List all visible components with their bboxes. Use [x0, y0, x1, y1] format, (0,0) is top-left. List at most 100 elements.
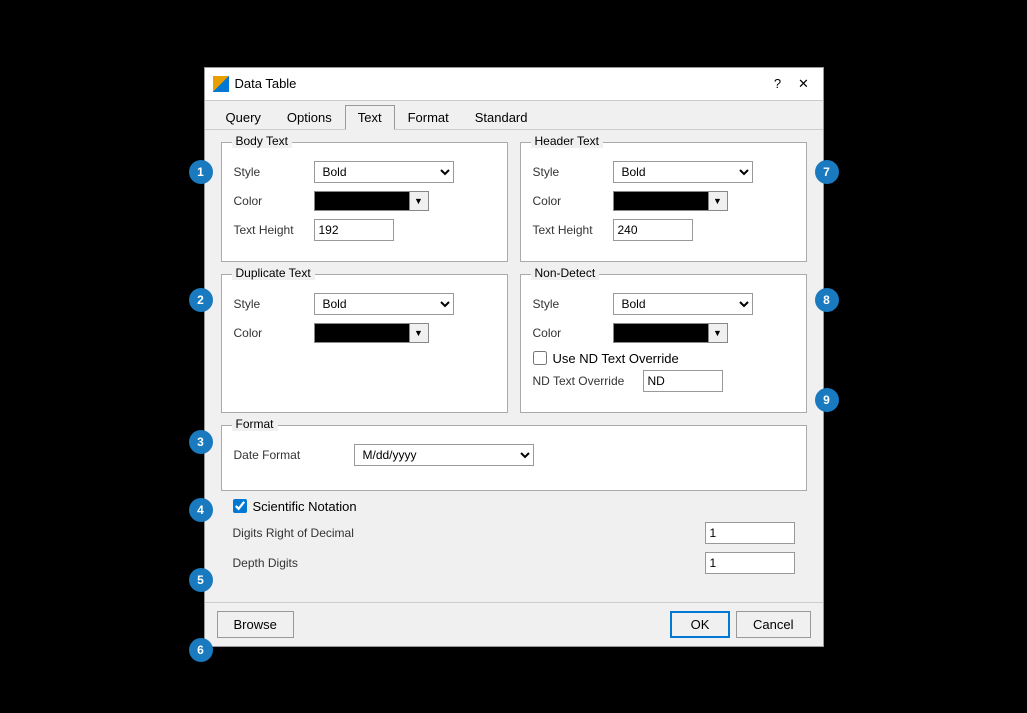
duplicate-text-content: Style Bold Regular Color ▼	[234, 285, 495, 343]
ok-button[interactable]: OK	[670, 611, 730, 638]
nd-override-checkbox-row: Use ND Text Override	[533, 351, 794, 366]
header-style-row: Style Bold Regular	[533, 161, 794, 183]
dup-color-swatch	[314, 323, 409, 343]
digits-right-input[interactable]	[705, 522, 795, 544]
dup-color-row: Color ▼	[234, 323, 495, 343]
scientific-notation-checkbox[interactable]	[233, 499, 247, 513]
window-title: Data Table	[235, 76, 297, 91]
callout-6: 6	[189, 638, 213, 662]
body-color-swatch	[314, 191, 409, 211]
format-section-title: Format	[232, 417, 278, 431]
date-format-select[interactable]: M/dd/yyyy dd/MM/yyyy yyyy-MM-dd MM-dd-yy…	[354, 444, 534, 466]
nd-style-select[interactable]: Bold Regular	[613, 293, 753, 315]
body-height-input[interactable]	[314, 219, 394, 241]
nd-text-override-input[interactable]	[643, 370, 723, 392]
top-sections: Body Text Style Bold Regular Italic Colo…	[221, 142, 807, 262]
depth-digits-label: Depth Digits	[233, 556, 705, 570]
dup-style-label: Style	[234, 297, 314, 311]
duplicate-text-title: Duplicate Text	[232, 266, 315, 280]
callout-1: 1	[189, 160, 213, 184]
header-color-picker[interactable]: ▼	[613, 191, 728, 211]
nd-text-override-label: ND Text Override	[533, 374, 643, 388]
header-text-title: Header Text	[531, 134, 603, 148]
middle-sections: Duplicate Text Style Bold Regular Color	[221, 274, 807, 413]
format-content: Date Format M/dd/yyyy dd/MM/yyyy yyyy-MM…	[234, 436, 794, 466]
callout-8: 8	[815, 288, 839, 312]
body-text-section: Body Text Style Bold Regular Italic Colo…	[221, 142, 508, 262]
body-style-row: Style Bold Regular Italic	[234, 161, 495, 183]
header-height-label: Text Height	[533, 223, 613, 237]
body-height-label: Text Height	[234, 223, 314, 237]
body-color-arrow[interactable]: ▼	[409, 191, 429, 211]
callout-9: 9	[815, 388, 839, 412]
scientific-notation-area: Scientific Notation Digits Right of Deci…	[221, 499, 807, 590]
date-format-label: Date Format	[234, 448, 354, 462]
date-format-row: Date Format M/dd/yyyy dd/MM/yyyy yyyy-MM…	[234, 444, 794, 466]
header-height-row: Text Height	[533, 219, 794, 241]
body-text-content: Style Bold Regular Italic Color ▼	[234, 153, 495, 241]
header-text-section: Header Text Style Bold Regular Color ▼	[520, 142, 807, 262]
body-style-select[interactable]: Bold Regular Italic	[314, 161, 454, 183]
body-color-picker[interactable]: ▼	[314, 191, 429, 211]
scientific-notation-row: Scientific Notation	[233, 499, 795, 514]
non-detect-title: Non-Detect	[531, 266, 600, 280]
close-button[interactable]: ✕	[793, 74, 815, 94]
header-color-swatch	[613, 191, 708, 211]
callout-4: 4	[189, 498, 213, 522]
nd-color-picker[interactable]: ▼	[613, 323, 728, 343]
body-text-title: Body Text	[232, 134, 292, 148]
header-style-select[interactable]: Bold Regular	[613, 161, 753, 183]
nd-text-override-row: ND Text Override	[533, 370, 794, 392]
body-color-label: Color	[234, 194, 314, 208]
header-style-label: Style	[533, 165, 613, 179]
nd-color-row: Color ▼	[533, 323, 794, 343]
body-color-row: Color ▼	[234, 191, 495, 211]
tab-text[interactable]: Text	[345, 105, 395, 130]
main-window: Data Table ? ✕ Query Options Text Format…	[204, 67, 824, 647]
digits-right-row: Digits Right of Decimal	[233, 522, 795, 544]
tab-standard[interactable]: Standard	[462, 105, 541, 129]
nd-color-label: Color	[533, 326, 613, 340]
right-buttons: OK Cancel	[670, 611, 810, 638]
cancel-button[interactable]: Cancel	[736, 611, 810, 638]
bottom-bar: Browse OK Cancel	[205, 602, 823, 646]
nd-color-swatch	[613, 323, 708, 343]
nd-color-arrow[interactable]: ▼	[708, 323, 728, 343]
browse-button[interactable]: Browse	[217, 611, 294, 638]
tab-query[interactable]: Query	[213, 105, 274, 129]
callout-3: 3	[189, 430, 213, 454]
content-area: 1 7 2 8 3 9 4 5 6	[205, 130, 823, 602]
body-height-row: Text Height	[234, 219, 495, 241]
dup-color-arrow[interactable]: ▼	[409, 323, 429, 343]
app-icon	[213, 76, 229, 92]
depth-digits-input[interactable]	[705, 552, 795, 574]
nd-style-row: Style Bold Regular	[533, 293, 794, 315]
duplicate-text-section: Duplicate Text Style Bold Regular Color	[221, 274, 508, 413]
header-height-input[interactable]	[613, 219, 693, 241]
dup-color-picker[interactable]: ▼	[314, 323, 429, 343]
callout-7: 7	[815, 160, 839, 184]
dup-color-label: Color	[234, 326, 314, 340]
digits-right-label: Digits Right of Decimal	[233, 526, 705, 540]
non-detect-section: Non-Detect Style Bold Regular Color ▼	[520, 274, 807, 413]
tab-bar: Query Options Text Format Standard	[205, 101, 823, 130]
callout-5: 5	[189, 568, 213, 592]
title-bar-left: Data Table	[213, 76, 297, 92]
dup-style-select[interactable]: Bold Regular	[314, 293, 454, 315]
nd-style-label: Style	[533, 297, 613, 311]
format-section: Format Date Format M/dd/yyyy dd/MM/yyyy …	[221, 425, 807, 491]
tab-options[interactable]: Options	[274, 105, 345, 129]
header-text-content: Style Bold Regular Color ▼	[533, 153, 794, 241]
header-color-arrow[interactable]: ▼	[708, 191, 728, 211]
body-style-label: Style	[234, 165, 314, 179]
title-bar: Data Table ? ✕	[205, 68, 823, 101]
help-button[interactable]: ?	[767, 74, 789, 94]
dup-style-row: Style Bold Regular	[234, 293, 495, 315]
scientific-notation-label: Scientific Notation	[253, 499, 357, 514]
non-detect-content: Style Bold Regular Color ▼	[533, 285, 794, 392]
header-color-label: Color	[533, 194, 613, 208]
depth-digits-row: Depth Digits	[233, 552, 795, 574]
tab-format[interactable]: Format	[395, 105, 462, 129]
nd-override-checkbox[interactable]	[533, 351, 547, 365]
callout-2: 2	[189, 288, 213, 312]
